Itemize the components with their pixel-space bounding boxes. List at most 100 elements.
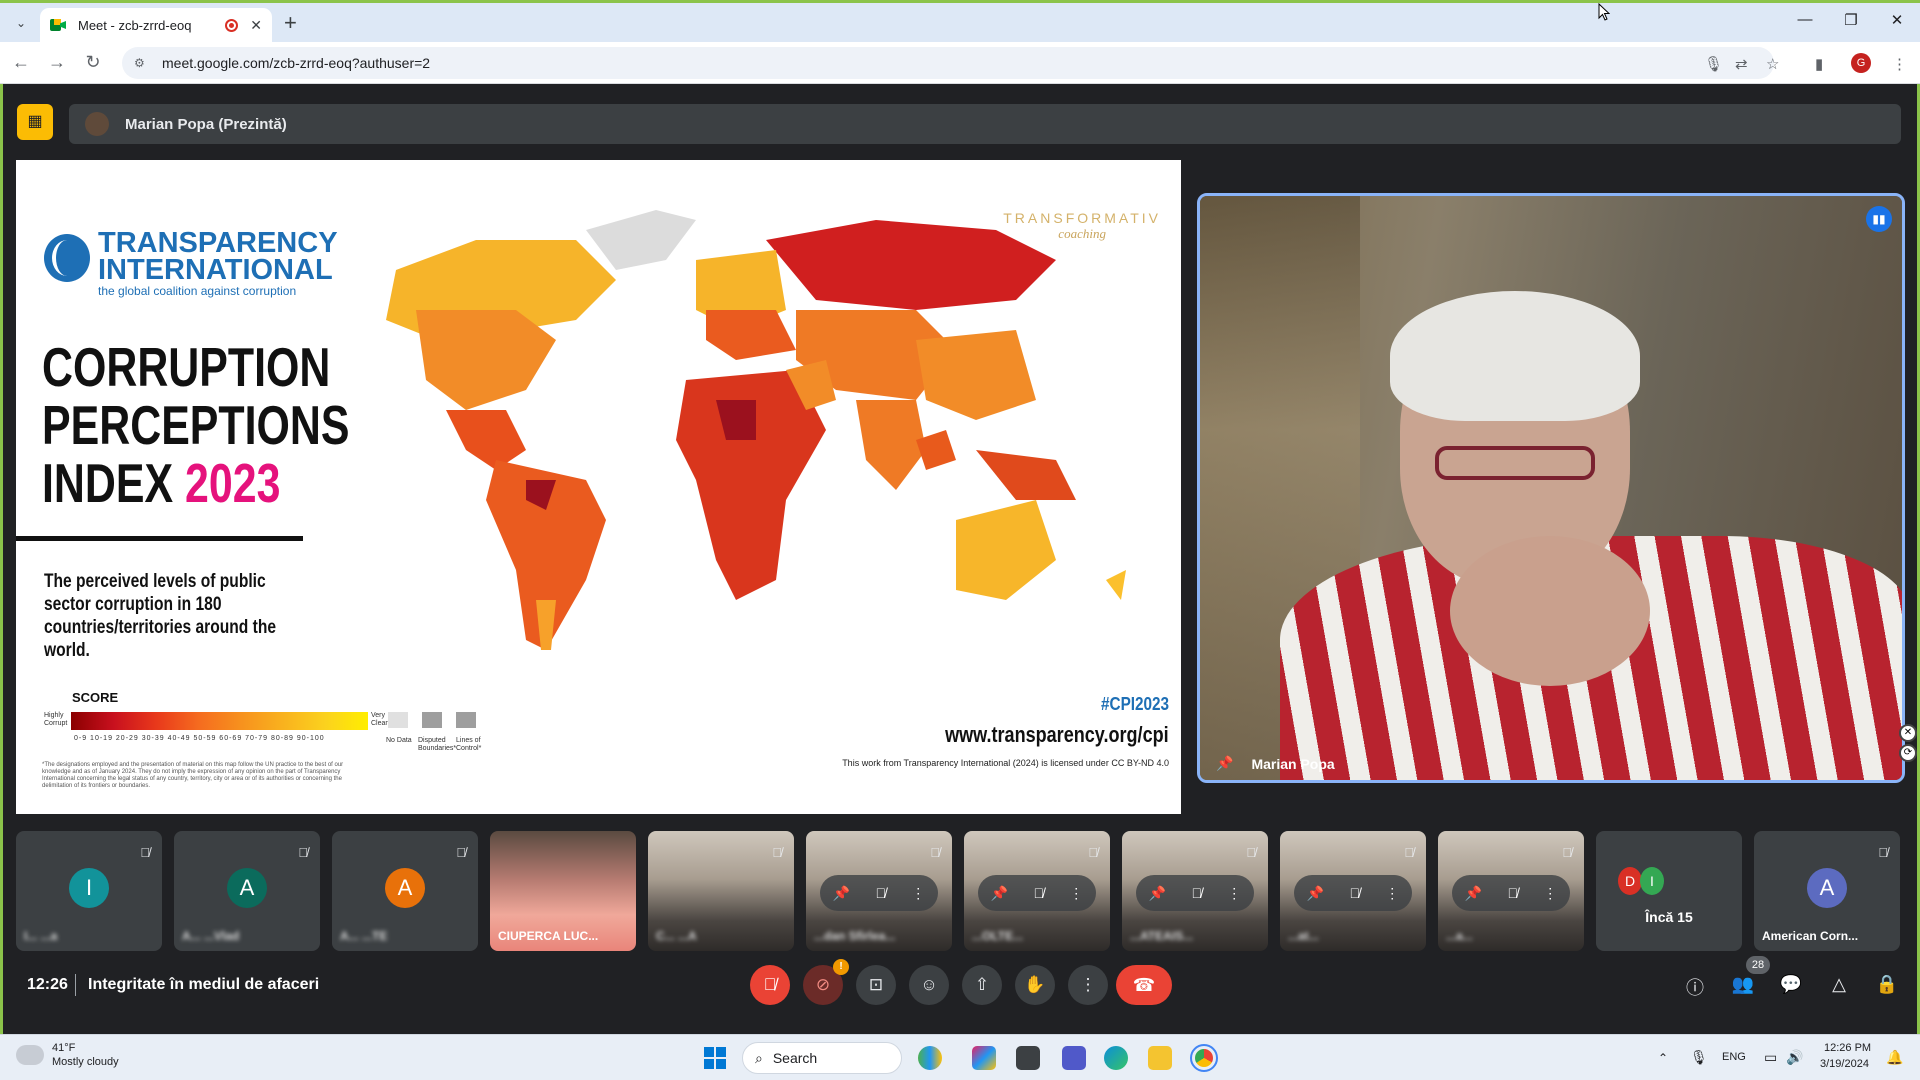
minimize-window-button[interactable]: —	[1790, 11, 1820, 28]
pin-icon[interactable]: 📌	[1307, 885, 1324, 902]
network-icon[interactable]: ▭	[1764, 1049, 1777, 1066]
watermark-line1: TRANSFORMATIV	[1003, 210, 1161, 226]
windows-start-icon[interactable]	[704, 1047, 726, 1069]
taskbar-time[interactable]: 12:26 PM	[1824, 1042, 1871, 1054]
weather-widget[interactable]: 41°F Mostly cloudy	[12, 1041, 119, 1069]
reactions-button[interactable]: ☺	[909, 965, 949, 1005]
site-settings-icon[interactable]: ⚙	[134, 56, 150, 70]
participant-avatar: A	[385, 868, 425, 908]
close-handle-icon[interactable]: ✕	[1899, 724, 1917, 742]
back-button[interactable]: ←	[10, 52, 32, 72]
mute-icon[interactable]: 🎙̸	[875, 885, 886, 901]
close-window-button[interactable]: ✕	[1882, 11, 1912, 29]
google-meet-favicon	[50, 18, 66, 32]
participant-tile[interactable]: 🎙̸ 📌 🎙̸ ⋮ ...a...	[1438, 831, 1584, 951]
restore-window-button[interactable]: ❐	[1836, 11, 1866, 29]
stop-presenting-icon[interactable]: ▦	[17, 104, 53, 140]
address-url[interactable]: meet.google.com/zcb-zrrd-eoq?authuser=2	[162, 55, 430, 71]
camera-warning-badge: !	[833, 959, 849, 975]
participant-tile[interactable]: 🎙̸ 📌 🎙̸ ⋮ ...dan Sfirlea...	[806, 831, 952, 951]
participant-tile[interactable]: CIUPERCA LUC...	[490, 831, 636, 951]
more-options-icon[interactable]: ⋮	[911, 885, 925, 902]
present-now-button[interactable]: ⇧	[962, 965, 1002, 1005]
volume-icon[interactable]: 🔊	[1786, 1049, 1803, 1066]
org-name-line1: TRANSPARENCY	[98, 227, 338, 259]
mute-icon[interactable]: 🎙̸	[1349, 885, 1360, 901]
captions-button[interactable]: ⊡	[856, 965, 896, 1005]
tray-microphone-icon[interactable]: 🎙	[1690, 1049, 1708, 1066]
participant-tile[interactable]: A 🎙̸ A... ...Vlad	[174, 831, 320, 951]
expand-handle-icon[interactable]: ⟳	[1899, 744, 1917, 762]
mute-icon[interactable]: 🎙̸	[1033, 885, 1044, 901]
address-bar[interactable]: ⚙ meet.google.com/zcb-zrrd-eoq?authuser=…	[122, 47, 1774, 79]
more-options-icon[interactable]: ⋮	[1069, 885, 1083, 902]
pin-icon[interactable]: 📌	[991, 885, 1008, 902]
taskbar-date[interactable]: 3/19/2024	[1820, 1058, 1869, 1070]
more-options-icon[interactable]: ⋮	[1227, 885, 1241, 902]
side-panel-icon[interactable]: ▮	[1815, 55, 1823, 73]
raise-hand-button[interactable]: ✋	[1015, 965, 1055, 1005]
tile-hover-controls: 📌 🎙̸ ⋮	[1452, 875, 1570, 911]
reload-button[interactable]: ↻	[82, 52, 104, 72]
chrome-app-icon[interactable]	[1190, 1044, 1218, 1072]
divider	[75, 974, 76, 996]
meeting-details-icon[interactable]: ⓘ	[1683, 974, 1707, 1000]
transparency-international-logo: TRANSPARENCY INTERNATIONAL the global co…	[44, 227, 338, 298]
chat-icon[interactable]: 💬	[1779, 974, 1803, 995]
tab-close-icon[interactable]: ✕	[250, 17, 262, 34]
tray-overflow-icon[interactable]: ⌃	[1658, 1051, 1668, 1065]
more-options-button[interactable]: ⋮	[1068, 965, 1108, 1005]
participant-tile[interactable]: A 🎙̸ A... ...TE	[332, 831, 478, 951]
notification-bell-icon[interactable]: 🔔	[1886, 1049, 1903, 1066]
file-explorer-icon[interactable]	[1148, 1046, 1172, 1070]
participant-tile[interactable]: 🎙̸ 📌 🎙̸ ⋮ ...OLTE...	[964, 831, 1110, 951]
title-line2: PERCEPTIONS	[42, 394, 350, 456]
lines-of-control-label: Lines of Control*	[456, 737, 482, 752]
mute-icon[interactable]: 🎙̸	[1507, 885, 1518, 901]
activities-icon[interactable]: △	[1827, 974, 1851, 995]
lines-swatch	[456, 712, 476, 728]
participant-name: I... ...a	[24, 929, 58, 943]
mute-icon[interactable]: 🎙̸	[1191, 885, 1202, 901]
participant-tile[interactable]: A 🎙̸ American Corn...	[1754, 831, 1900, 951]
presenter-avatar	[85, 112, 109, 136]
more-participants-tile[interactable]: D I Încă 15	[1596, 831, 1742, 951]
participant-name: ...ATEAIS...	[1130, 929, 1194, 943]
pin-icon[interactable]: 📌	[1216, 755, 1233, 772]
no-data-label: No Data	[386, 737, 412, 744]
active-speaker-tile[interactable]: ▮▮ 📌 Marian Popa	[1197, 193, 1905, 783]
taskbar-search[interactable]: ⌕ Search	[742, 1042, 902, 1074]
bookmark-star-icon[interactable]: ☆	[1766, 55, 1779, 73]
pin-icon[interactable]: 📌	[833, 885, 850, 902]
pin-icon[interactable]: 📌	[1465, 885, 1482, 902]
microphone-toggle-button[interactable]: 🎙̸	[750, 965, 790, 1005]
profile-avatar[interactable]: G	[1851, 53, 1871, 73]
participant-tile[interactable]: 🎙̸ 📌 🎙̸ ⋮ ...ATEAIS...	[1122, 831, 1268, 951]
copilot-app-icon[interactable]	[972, 1046, 996, 1070]
people-icon[interactable]: 👥	[1731, 974, 1755, 995]
teams-app-icon[interactable]	[1062, 1046, 1086, 1070]
speaker-name: Marian Popa	[1251, 755, 1335, 772]
forward-button[interactable]: →	[46, 52, 68, 72]
host-controls-icon[interactable]: 🔒	[1875, 974, 1899, 995]
new-tab-button[interactable]: +	[284, 10, 297, 36]
browser-menu-icon[interactable]: ⋮	[1892, 55, 1907, 73]
task-view-icon[interactable]	[1016, 1046, 1040, 1070]
slide-title: CORRUPTION PERCEPTIONS INDEX 2023	[42, 338, 350, 512]
browser-tab-meet[interactable]: Meet - zcb-zrrd-eoq ✕	[40, 8, 272, 42]
participant-tile[interactable]: I 🎙̸ I... ...a	[16, 831, 162, 951]
recording-indicator-icon	[225, 18, 239, 32]
tab-search-button[interactable]: ⌄	[10, 12, 32, 34]
pin-icon[interactable]: 📌	[1149, 885, 1166, 902]
participant-tile[interactable]: 🎙̸ 📌 🎙̸ ⋮ ...at...	[1280, 831, 1426, 951]
leave-call-button[interactable]: ☎	[1116, 965, 1172, 1005]
microphone-icon[interactable]: 🎙	[1704, 55, 1723, 73]
globe-icon	[44, 234, 90, 282]
input-language[interactable]: ENG	[1722, 1051, 1746, 1063]
translate-icon[interactable]: ⇄	[1735, 55, 1748, 73]
widgets-app-icon[interactable]	[918, 1046, 942, 1070]
more-options-icon[interactable]: ⋮	[1543, 885, 1557, 902]
participant-tile[interactable]: 🎙̸ C... ...A	[648, 831, 794, 951]
edge-app-icon[interactable]	[1104, 1046, 1128, 1070]
more-options-icon[interactable]: ⋮	[1385, 885, 1399, 902]
